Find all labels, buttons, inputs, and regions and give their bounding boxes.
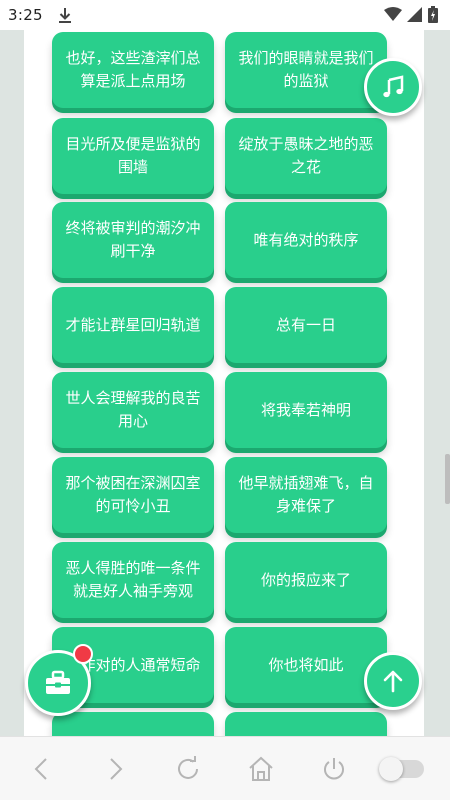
notification-badge <box>73 644 93 664</box>
sound-button[interactable]: 你的报应来了 <box>225 542 387 618</box>
sound-button[interactable]: 世人会理解我的良苦用心 <box>52 372 214 448</box>
sound-button[interactable]: 也好，这些渣滓们总算是派上点用场 <box>52 32 214 108</box>
refresh-icon[interactable] <box>174 755 202 783</box>
toggle-switch[interactable] <box>379 757 424 781</box>
scrollbar-thumb[interactable] <box>445 454 450 504</box>
main-content: 也好，这些渣滓们总算是派上点用场 我们的眼睛就是我们的监狱 目光所及便是监狱的围… <box>0 30 450 736</box>
sound-button[interactable]: 绽放于愚昧之地的恶之花 <box>225 118 387 194</box>
sound-button[interactable]: 将我奉若神明 <box>225 372 387 448</box>
toolbox-icon <box>46 670 70 694</box>
music-note-icon <box>383 75 404 98</box>
sound-button[interactable]: 他早就插翅难飞，自身难保了 <box>225 457 387 533</box>
power-icon[interactable] <box>320 755 348 783</box>
sound-button[interactable]: 终将被审判的潮汐冲刷干净 <box>52 202 214 278</box>
sound-button[interactable]: 你也将如此 <box>225 627 387 703</box>
battery-icon <box>428 6 438 23</box>
sound-button[interactable]: 我们的眼睛就是我们的监狱 <box>225 32 387 108</box>
sound-button[interactable]: 目光所及便是监狱的围墙 <box>52 118 214 194</box>
sound-button[interactable]: 唯有绝对的秩序 <box>225 202 387 278</box>
music-button[interactable] <box>364 58 422 116</box>
status-bar: 3:25 <box>0 0 450 30</box>
sound-button[interactable]: 才能让群星回归轨道 <box>52 287 214 363</box>
wifi-icon <box>384 7 402 21</box>
sound-button[interactable]: 恶人得胜的唯一条件就是好人袖手旁观 <box>52 542 214 618</box>
home-icon[interactable] <box>247 755 275 783</box>
signal-icon <box>407 7 422 22</box>
browser-navbar <box>0 736 450 800</box>
right-margin <box>424 30 450 736</box>
sound-button[interactable]: 那个被困在深渊囚室的可怜小丑 <box>52 457 214 533</box>
sound-button[interactable] <box>52 712 214 736</box>
arrow-up-icon <box>383 670 403 693</box>
scroll-to-top-button[interactable] <box>364 652 422 710</box>
toggle-knob <box>379 757 403 781</box>
sound-button[interactable] <box>225 712 387 736</box>
back-icon[interactable] <box>28 755 56 783</box>
left-margin <box>0 30 24 736</box>
sound-button[interactable]: 总有一日 <box>225 287 387 363</box>
download-icon <box>59 8 71 23</box>
forward-icon[interactable] <box>101 755 129 783</box>
status-time: 3:25 <box>8 6 43 24</box>
